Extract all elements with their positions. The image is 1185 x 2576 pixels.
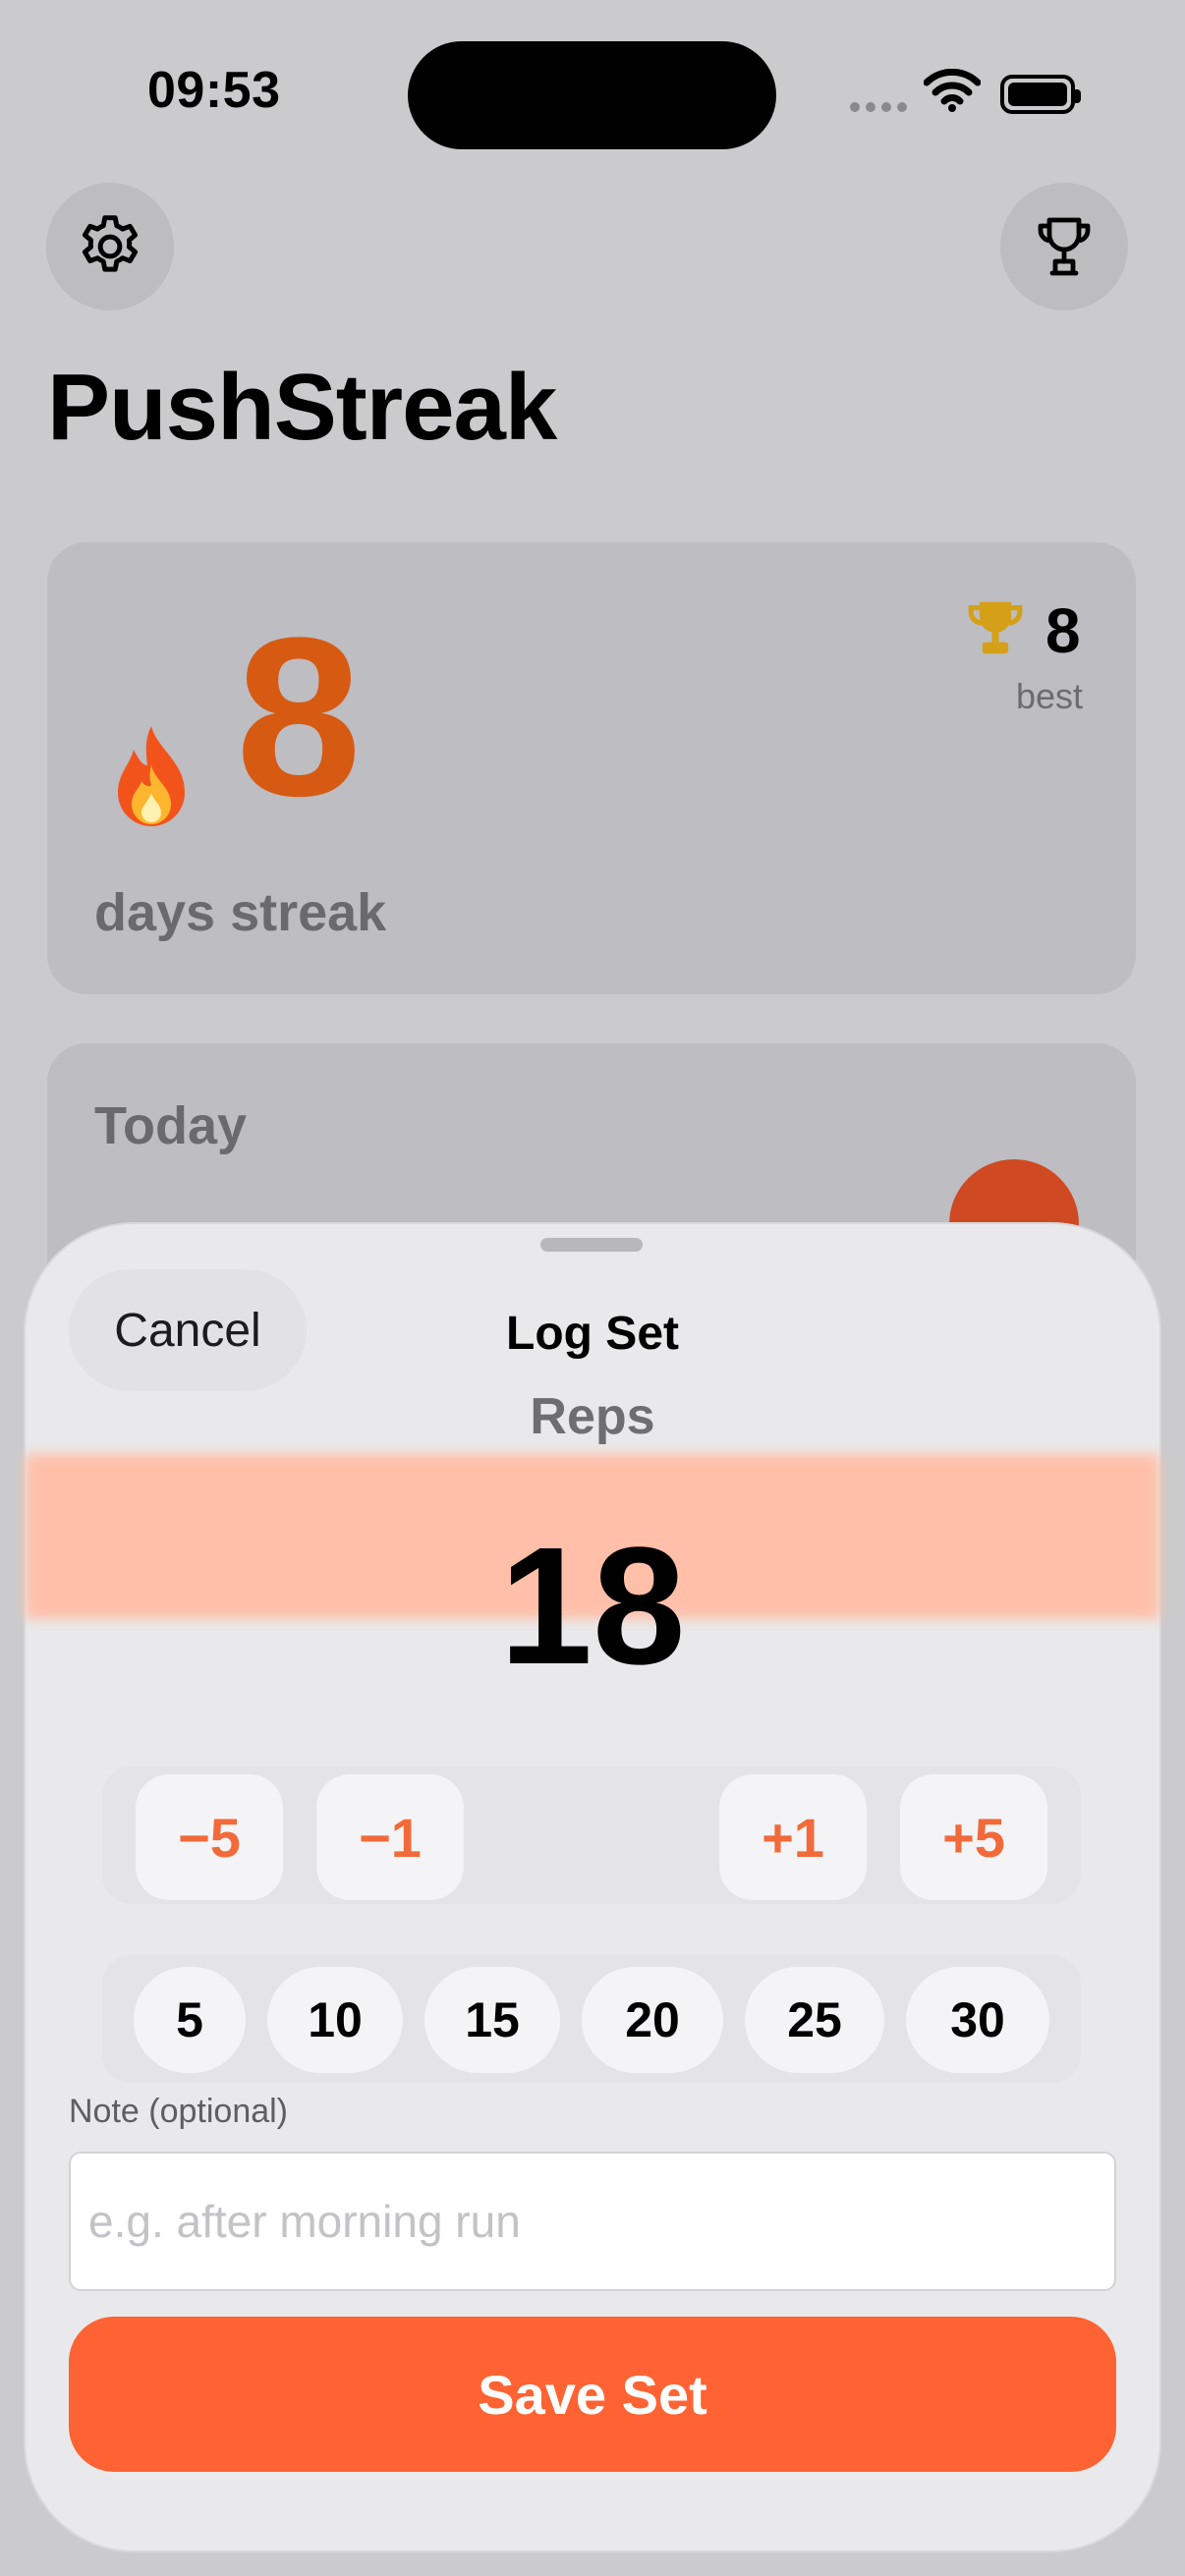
plus-1-button[interactable]: +1 xyxy=(719,1774,867,1900)
note-label: Note (optional) xyxy=(69,2093,289,2130)
reps-label: Reps xyxy=(530,1388,655,1445)
streak-label: days streak xyxy=(94,883,387,942)
best-streak-label: best xyxy=(1016,676,1084,716)
flame-icon xyxy=(106,722,197,837)
reps-value: 18 xyxy=(499,1513,686,1700)
app-title: PushStreak xyxy=(47,355,557,460)
settings-button[interactable] xyxy=(46,183,174,310)
streak-count: 8 xyxy=(236,590,362,843)
cellular-signal-icon xyxy=(850,102,907,112)
plus-5-button[interactable]: +5 xyxy=(900,1774,1047,1900)
best-trophy-icon xyxy=(961,591,1030,669)
minus-1-button[interactable]: −1 xyxy=(316,1774,464,1900)
quick-reps-25[interactable]: 25 xyxy=(745,1967,884,2073)
wifi-icon xyxy=(923,68,982,117)
save-set-button[interactable]: Save Set xyxy=(69,2317,1116,2472)
trophy-button[interactable] xyxy=(1000,183,1128,310)
status-time: 09:53 xyxy=(147,62,281,119)
quick-reps-10[interactable]: 10 xyxy=(267,1967,403,2073)
battery-icon xyxy=(1000,75,1081,114)
quick-reps-20[interactable]: 20 xyxy=(582,1967,723,2073)
quick-reps-15[interactable]: 15 xyxy=(424,1967,560,2073)
sheet-grabber[interactable] xyxy=(540,1238,643,1252)
quick-reps-5[interactable]: 5 xyxy=(134,1967,246,2073)
best-streak-value: 8 xyxy=(1045,595,1081,666)
dynamic-island xyxy=(408,41,776,149)
minus-5-button[interactable]: −5 xyxy=(136,1774,283,1900)
trophy-icon xyxy=(1038,217,1091,276)
sheet-title: Log Set xyxy=(506,1308,679,1360)
quick-reps-30[interactable]: 30 xyxy=(906,1967,1049,2073)
note-input[interactable] xyxy=(69,2152,1116,2291)
today-label: Today xyxy=(94,1096,248,1155)
gear-icon xyxy=(82,215,139,272)
